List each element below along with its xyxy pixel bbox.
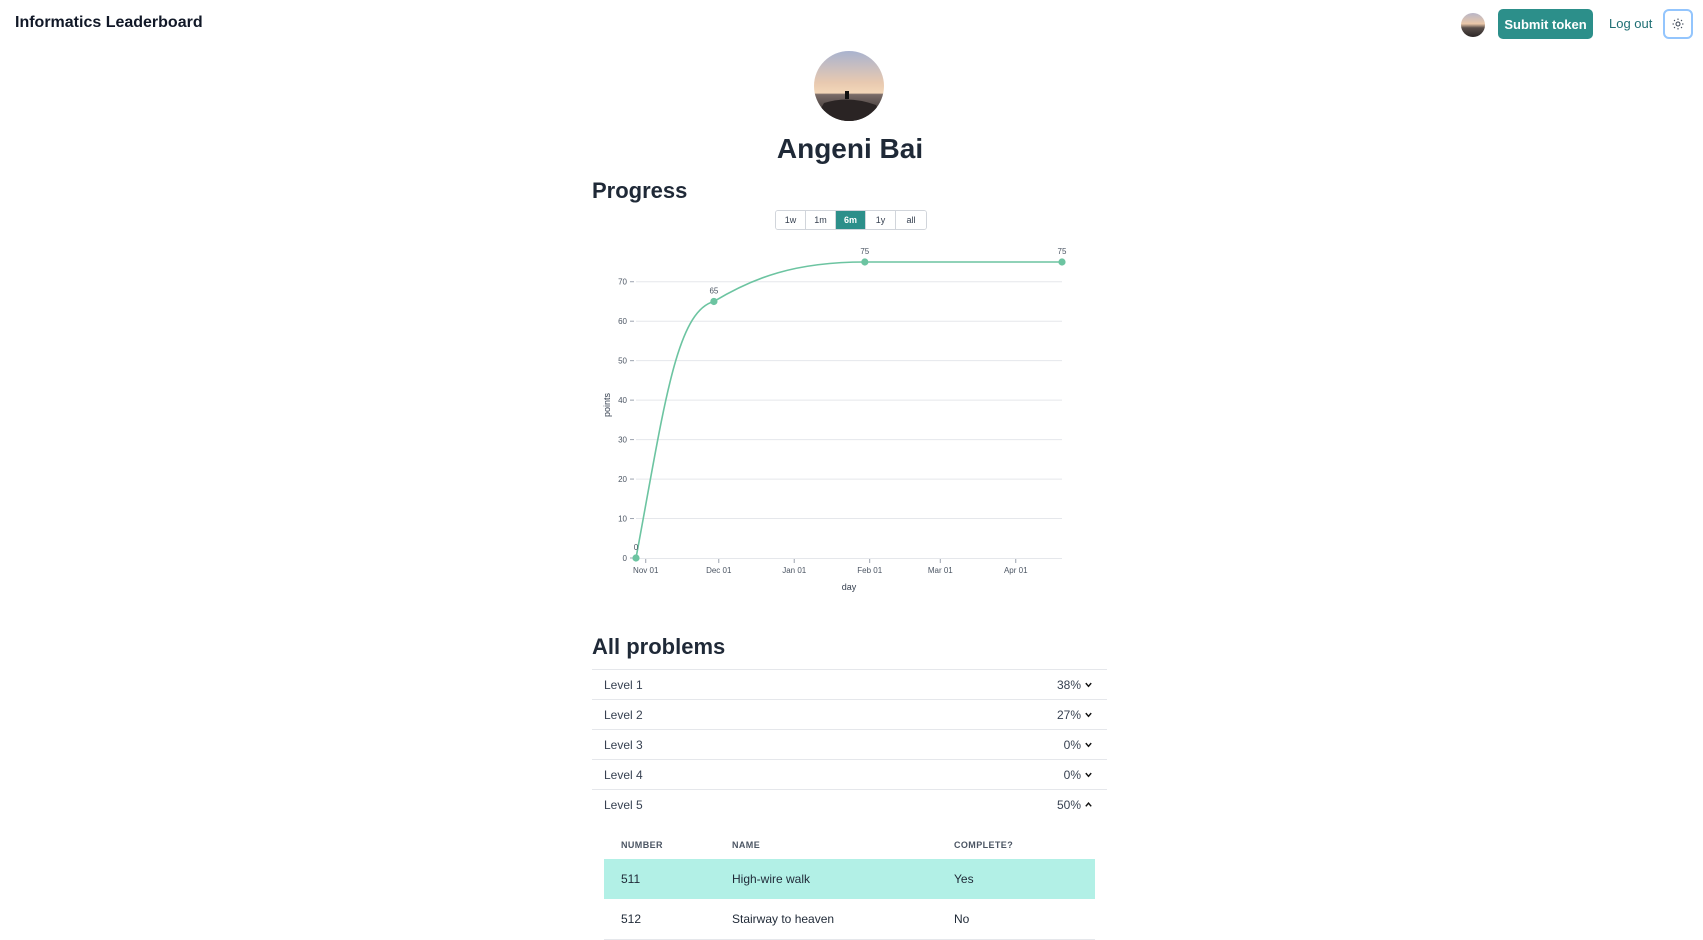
problem-number: 511 [621, 872, 641, 886]
x-tick-label: Dec 01 [706, 566, 732, 575]
theme-toggle-button[interactable] [1663, 9, 1693, 39]
y-tick-label: 20 [618, 475, 627, 484]
chevron-down-icon [1085, 712, 1092, 718]
level-percent: 27% [1056, 707, 1081, 722]
x-tick-label: Jan 01 [782, 566, 807, 575]
level-row[interactable]: Level 5 50% [592, 789, 1107, 819]
data-label: 65 [709, 286, 718, 295]
x-tick-label: Mar 01 [928, 566, 953, 575]
chevron-down-icon [1085, 682, 1092, 688]
series-line [635, 261, 1062, 559]
level-percent: 0% [1063, 737, 1081, 752]
problem-complete: Yes [954, 872, 974, 886]
profile-avatar [814, 51, 884, 121]
x-tick-label: Feb 01 [857, 566, 882, 575]
navbar-actions: Submit token Log out [1303, 0, 1703, 50]
logout-button[interactable]: Log out [1609, 16, 1652, 31]
level-summary: 27% [1057, 708, 1093, 722]
level-label: Level 4 [604, 767, 643, 782]
progress-chart: 0 10 20 30 40 50 60 70 Nov 01 Dec 01 Jan 01 Feb 01 M… [602, 247, 1067, 592]
data-label: 75 [860, 247, 869, 256]
level-percent: 38% [1056, 677, 1081, 692]
chevron-down-icon [1085, 772, 1092, 778]
problem-name[interactable]: High-wire walk [731, 859, 953, 899]
data-point [632, 554, 640, 562]
problem-name[interactable]: Stairway to heaven [731, 899, 953, 940]
table-row[interactable]: 511 High-wire walk Yes [604, 859, 1095, 899]
x-axis-label: day [842, 582, 857, 592]
progress-title: Progress [592, 178, 688, 203]
sun-icon [1672, 18, 1684, 30]
level-label: Level 2 [604, 707, 643, 722]
problems-title: All problems [592, 634, 726, 659]
range-button-1m[interactable]: 1m [806, 211, 836, 229]
level-summary: 38% [1057, 678, 1093, 692]
level-summary: 0% [1064, 768, 1093, 782]
range-button-6m[interactable]: 6m [836, 211, 866, 229]
submit-token-button[interactable]: Submit token [1498, 9, 1593, 39]
problem-complete: No [954, 912, 970, 926]
y-tick-label: 50 [618, 357, 627, 366]
column-header-complete: COMPLETE? [954, 840, 1014, 850]
level-percent: 50% [1056, 797, 1081, 812]
range-button-1y[interactable]: 1y [866, 211, 896, 229]
data-label: 0 [634, 543, 639, 552]
range-button-1w[interactable]: 1w [776, 211, 806, 229]
problems-table: NUMBER NAME COMPLETE? 511 High-wire walk… [604, 831, 1095, 940]
level-label: Level 3 [604, 737, 643, 752]
level-row[interactable]: Level 1 38% [592, 669, 1107, 699]
range-selector: 1w 1m 6m 1y all [775, 210, 927, 230]
range-button-all[interactable]: all [896, 211, 926, 229]
level-row[interactable]: Level 3 0% [592, 729, 1107, 759]
data-point [1058, 258, 1066, 266]
data-point [710, 297, 718, 306]
level-summary: 0% [1064, 738, 1093, 752]
data-label: 75 [1058, 247, 1067, 256]
user-avatar[interactable] [1461, 13, 1485, 37]
x-tick-label: Nov 01 [633, 566, 659, 575]
problem-number: 512 [621, 912, 642, 926]
level-label: Level 5 [604, 797, 643, 812]
column-header-number: NUMBER [621, 840, 663, 850]
level-row[interactable]: Level 4 0% [592, 759, 1107, 789]
y-tick-label: 70 [618, 278, 627, 287]
y-tick-label: 0 [623, 554, 628, 563]
levels-accordion: Level 1 38% Level 2 27% Level 3 0% Level 4 0% Le… [592, 669, 1107, 819]
table-row[interactable]: 512 Stairway to heaven No [604, 899, 1095, 940]
y-tick-label: 60 [618, 317, 627, 326]
level-percent: 0% [1063, 767, 1081, 782]
y-tick-label: 10 [618, 515, 627, 524]
level-summary: 50% [1057, 798, 1093, 812]
level-row[interactable]: Level 2 27% [592, 699, 1107, 729]
data-point [861, 258, 869, 266]
column-header-name: NAME [732, 840, 761, 850]
y-tick-label: 30 [618, 436, 627, 445]
profile-name: Angeni Bai [776, 133, 924, 164]
chevron-up-icon [1085, 802, 1092, 807]
y-axis-label: points [602, 392, 612, 417]
app-title[interactable]: Informatics Leaderboard [15, 14, 203, 32]
y-tick-label: 40 [618, 396, 627, 405]
level-label: Level 1 [604, 677, 643, 692]
chevron-down-icon [1085, 742, 1092, 748]
x-tick-label: Apr 01 [1004, 566, 1028, 575]
